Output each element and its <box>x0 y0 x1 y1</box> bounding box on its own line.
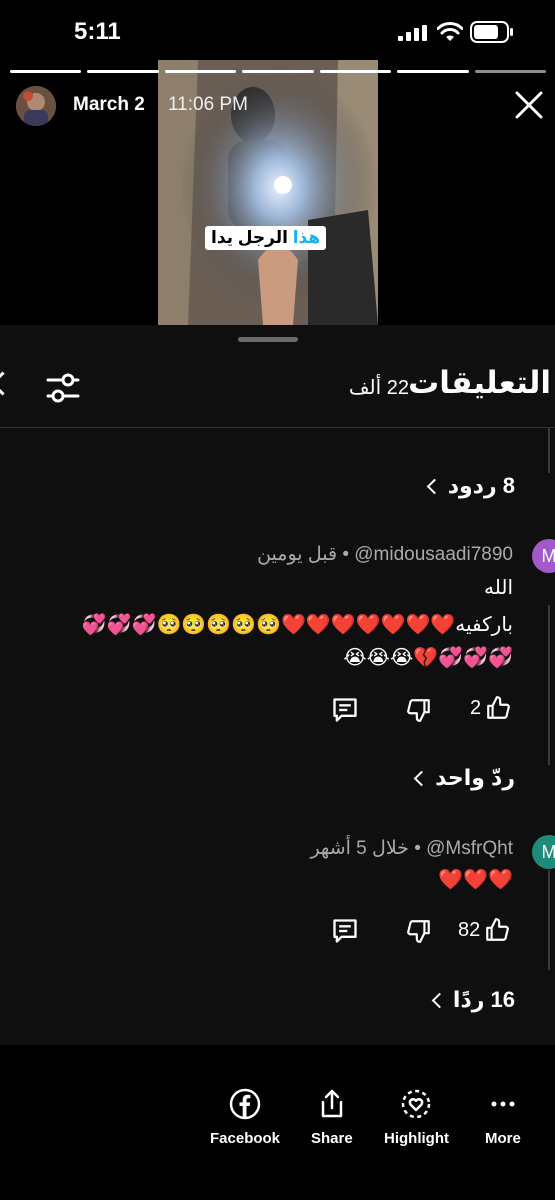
chevron-left-icon <box>431 992 448 1008</box>
battery-icon <box>470 21 513 43</box>
progress-segment <box>474 70 546 73</box>
comments-sheet: التعليقات 22 ألف 8 ردود M @midousaadi789… <box>0 325 555 1045</box>
comment-time: قبل يومين <box>257 544 338 565</box>
comment-meta: @MsfrQht • خلال 5 أشهر <box>310 837 513 860</box>
replies-label: 8 ردود <box>447 473 515 498</box>
sheet-divider <box>0 427 555 428</box>
avatar-letter: M <box>541 545 555 566</box>
avatar-letter: M <box>541 841 555 862</box>
thumbs-down-icon[interactable] <box>406 918 432 944</box>
progress-segment <box>10 70 82 73</box>
comment-text-line: 💞💞💞💔😭😭😭 <box>343 647 513 669</box>
drag-handle[interactable] <box>238 337 298 342</box>
comment-text-line: باركفيه❤️❤️❤️❤️❤️❤️❤️🥺🥺🥺🥺🥺💞💞💞 <box>81 614 513 636</box>
reply-comment-icon[interactable] <box>331 696 359 724</box>
meta-separator: • <box>337 544 349 565</box>
comment-text-line: ❤️❤️❤️ <box>438 869 513 891</box>
progress-segment <box>87 70 159 73</box>
wifi-icon <box>437 22 463 41</box>
view-replies-link[interactable]: 8 ردود <box>426 473 515 499</box>
like-button[interactable]: 2 <box>470 695 511 721</box>
facebook-label: Facebook <box>210 1130 281 1147</box>
chevron-left-icon <box>426 478 442 494</box>
comment-text-line: الله <box>484 577 513 599</box>
chevron-left-icon <box>413 770 430 786</box>
more-dots-icon <box>491 1101 515 1107</box>
story-username[interactable]: March 2 <box>73 94 145 116</box>
progress-segment <box>164 70 237 73</box>
thread-line <box>548 605 550 765</box>
comment-author[interactable]: @MsfrQht <box>426 838 513 859</box>
thumbs-down-icon[interactable] <box>406 697 432 723</box>
close-icon[interactable] <box>512 88 546 122</box>
cellular-signal-icon <box>398 25 427 41</box>
caption-highlight: هذا <box>292 228 321 247</box>
facebook-icon <box>229 1088 261 1120</box>
back-chevron-icon[interactable] <box>0 371 15 396</box>
thread-line <box>548 870 550 970</box>
progress-segment <box>397 70 469 73</box>
share-icon <box>321 1089 343 1118</box>
thumbs-up-icon <box>486 918 510 941</box>
highlight-heart-icon <box>402 1089 431 1119</box>
view-replies-link[interactable]: 16 ردًا <box>431 987 515 1013</box>
progress-segment <box>242 70 314 73</box>
sort-filter-icon[interactable] <box>44 369 82 407</box>
story-action-bar: Facebook Share Highlight More <box>0 1045 555 1200</box>
comment-avatar[interactable]: M <box>532 835 555 869</box>
more-button[interactable]: More <box>485 1088 521 1147</box>
like-count: 82 <box>458 918 481 941</box>
comment-time: خلال 5 أشهر <box>310 838 409 859</box>
story-avatar[interactable] <box>16 86 56 126</box>
story-caption: هذا الرجل يدا <box>205 226 327 250</box>
comment-avatar[interactable]: M <box>532 539 555 573</box>
story-timestamp: 11:06 PM <box>168 94 248 115</box>
status-time: 5:11 <box>74 18 121 45</box>
meta-separator: • <box>408 838 421 859</box>
like-count: 2 <box>470 696 482 719</box>
sheet-title: التعليقات <box>408 365 551 400</box>
share-label: Share <box>311 1130 353 1147</box>
comment-meta: @midousaadi7890 • قبل يومين <box>257 543 513 566</box>
highlight-button[interactable]: Highlight <box>384 1088 449 1147</box>
replies-label: ردّ واحد <box>435 765 515 790</box>
reply-comment-icon[interactable] <box>331 917 359 945</box>
thread-line <box>548 428 550 473</box>
comment-author[interactable]: @midousaadi7890 <box>354 544 513 565</box>
progress-segment <box>319 70 392 73</box>
facebook-share-button[interactable]: Facebook <box>210 1088 280 1147</box>
highlight-label: Highlight <box>384 1130 449 1147</box>
like-button[interactable]: 82 <box>458 917 510 943</box>
thumbs-up-icon <box>487 696 511 719</box>
share-button[interactable]: Share <box>311 1088 353 1147</box>
story-progress <box>10 70 546 73</box>
replies-label: 16 ردًا <box>452 987 515 1012</box>
comments-count: 22 ألف <box>348 377 409 399</box>
caption-text: الرجل يدا <box>211 228 288 247</box>
more-label: More <box>485 1130 521 1147</box>
view-replies-link[interactable]: ردّ واحد <box>413 765 515 791</box>
